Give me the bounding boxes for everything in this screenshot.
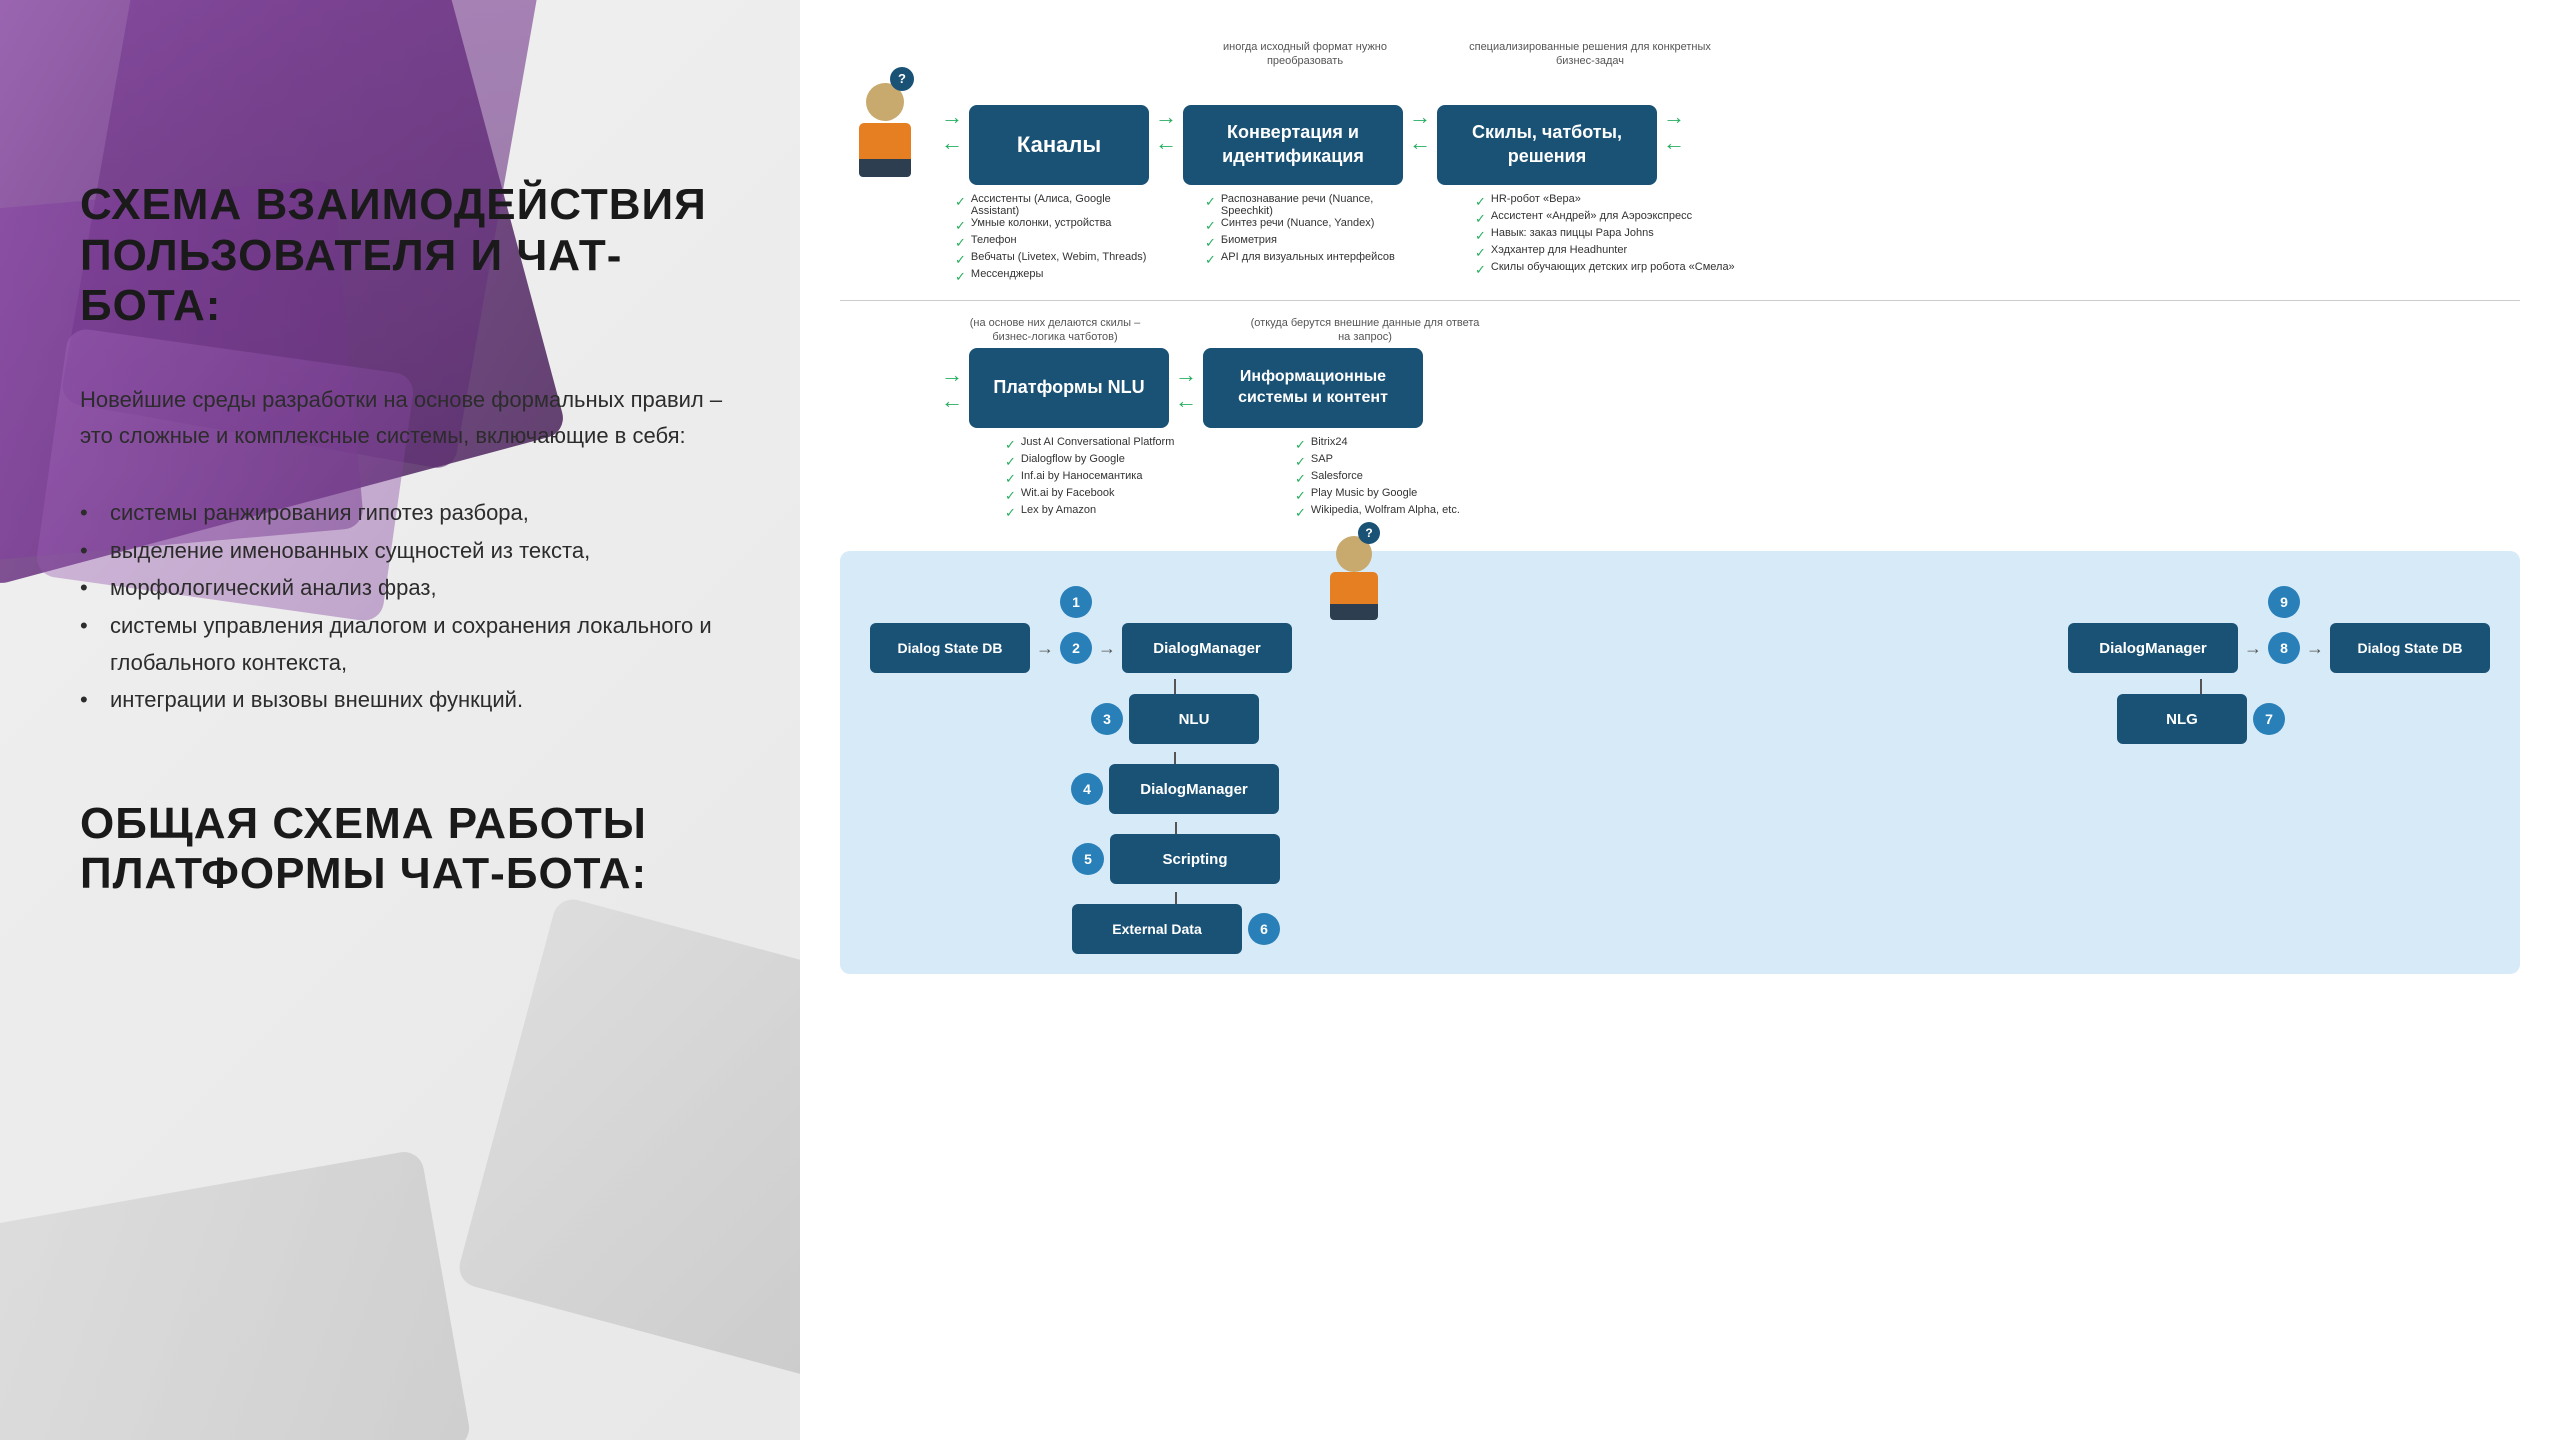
- section1-title: СХЕМА ВЗАИМОДЕЙСТВИЯ ПОЛЬЗОВАТЕЛЯ И ЧАТ-…: [80, 180, 740, 332]
- sk-item: HR-робот «Вера»: [1491, 193, 1581, 205]
- section1-intro: Новейшие среды разработки на основе форм…: [80, 382, 740, 455]
- middle-notes: (на основе них делаются скилы – бизнес-л…: [955, 316, 2520, 345]
- ext-data-box: External Data: [1072, 904, 1242, 954]
- ch-item: Ассистенты (Алиса, Google Assistant): [971, 193, 1155, 217]
- cv-item: API для визуальных интерфейсов: [1221, 251, 1395, 263]
- section2-title: ОБЩАЯ СХЕМА РАБОТЫ ПЛАТФОРМЫ ЧАТ-БОТА:: [80, 799, 740, 900]
- flow-row-1: 1 9: [870, 571, 2490, 618]
- ch-item: Мессенджеры: [971, 268, 1044, 280]
- skills-box: Скилы, чатботы, решения: [1437, 105, 1657, 185]
- step-8: 8: [2268, 632, 2300, 664]
- arrow-platform-to-info: → ←: [1175, 362, 1197, 414]
- skills-list: ✓HR-робот «Вера» ✓Ассистент «Андрей» для…: [1475, 193, 1735, 285]
- channels-box: Каналы: [969, 105, 1149, 185]
- info-list: ✓Bitrix24 ✓SAP ✓Salesforce ✓Play Music b…: [1295, 436, 1505, 521]
- left-content: СХЕМА ВЗАИМОДЕЙСТВИЯ ПОЛЬЗОВАТЕЛЯ И ЧАТ-…: [0, 0, 800, 960]
- checklists-row: ✓Ассистенты (Алиса, Google Assistant) ✓У…: [955, 193, 2520, 285]
- ch-item: Умные колонки, устройства: [971, 217, 1112, 229]
- bullet-item: системы ранжирования гипотез разбора,: [80, 494, 740, 531]
- ch-item: Вебчаты (Livetex, Webim, Threads): [971, 251, 1146, 263]
- user-figure-bottom: ?: [1330, 536, 1378, 620]
- il-item: Salesforce: [1311, 470, 1363, 482]
- pl-item: Wit.ai by Facebook: [1021, 487, 1115, 499]
- cv-item: Биометрия: [1221, 234, 1277, 246]
- right-dm-box: DialogManager: [2068, 623, 2238, 673]
- pl-item: Just AI Conversational Platform: [1021, 436, 1174, 448]
- sk-item: Хэдхантер для Headhunter: [1491, 244, 1627, 256]
- step-6: 6: [1248, 913, 1280, 945]
- flow-scripting-row: 5 Scripting: [1072, 822, 2490, 884]
- sk-item: Ассистент «Андрей» для Аэроэкспресс: [1491, 210, 1692, 222]
- step-1: 1: [1060, 586, 1092, 618]
- note1: [955, 40, 1145, 69]
- flow-extdata-row: External Data 6: [1072, 892, 2490, 954]
- left-dm-box: DialogManager: [1122, 623, 1292, 673]
- arrow-skills-end: → ←: [1663, 104, 1685, 156]
- cv-item: Распознавание речи (Nuance, Speechkit): [1221, 193, 1425, 217]
- skills-box-wrapper: Скилы, чатботы, решения: [1437, 75, 1657, 185]
- arrow-to-platform: → ←: [941, 362, 963, 414]
- arrow-convert-to-skills: → ←: [1409, 104, 1431, 156]
- scripting-box: Scripting: [1110, 834, 1280, 884]
- arrow-user-to-channel: → ←: [941, 104, 963, 156]
- user-figure-top: ?: [840, 83, 930, 177]
- flow-nlu-row: 3 NLU NLG 7: [870, 679, 2490, 744]
- il-item: Wikipedia, Wolfram Alpha, etc.: [1311, 504, 1460, 516]
- bottom-flow-section: ? 1 9 Dialog State DB: [840, 551, 2520, 974]
- info-box: Информационные системы и контент: [1203, 348, 1423, 428]
- note2: иногда исходный формат нужно преобразова…: [1185, 40, 1425, 69]
- platform-box: Платформы NLU: [969, 348, 1169, 428]
- middle-checklists: ✓Just AI Conversational Platform ✓Dialog…: [955, 436, 2520, 521]
- sk-item: Навык: заказ пиццы Papa Johns: [1491, 227, 1654, 239]
- separator: [840, 300, 2520, 301]
- mid-note-right: (откуда берутся внешние данные для ответ…: [1245, 316, 1485, 345]
- left-db-box: Dialog State DB: [870, 623, 1030, 673]
- step-9: 9: [2268, 586, 2300, 618]
- convert-list: ✓Распознавание речи (Nuance, Speechkit) …: [1205, 193, 1425, 285]
- pl-item: Inf.ai by Наносемантика: [1021, 470, 1143, 482]
- nlg-box: NLG: [2117, 694, 2247, 744]
- nlu-box: NLU: [1129, 694, 1259, 744]
- top-boxes-row: ? → ← Каналы → ← Конвертация и иденти: [840, 75, 2520, 185]
- ch-item: Телефон: [971, 234, 1017, 246]
- step-7: 7: [2253, 703, 2285, 735]
- platform-list: ✓Just AI Conversational Platform ✓Dialog…: [1005, 436, 1215, 521]
- bullet-item: системы управления диалогом и сохранения…: [80, 607, 740, 682]
- top-diagram: иногда исходный формат нужно преобразова…: [840, 20, 2520, 531]
- step-4: 4: [1071, 773, 1103, 805]
- flow-dm2-row: 4 DialogManager: [870, 752, 2490, 814]
- sk-item: Скилы обучающих детских игр робота «Смел…: [1491, 261, 1735, 273]
- il-item: Bitrix24: [1311, 436, 1348, 448]
- bullet-item: выделение именованных сущностей из текст…: [80, 532, 740, 569]
- top-notes: иногда исходный формат нужно преобразова…: [955, 40, 2520, 69]
- left-panel: СХЕМА ВЗАИМОДЕЙСТВИЯ ПОЛЬЗОВАТЕЛЯ И ЧАТ-…: [0, 0, 800, 1440]
- step-3: 3: [1091, 703, 1123, 735]
- arrow-channel-to-convert: → ←: [1155, 104, 1177, 156]
- bullet-item: интеграции и вызовы внешних функций.: [80, 681, 740, 718]
- convert-box: Конвертация и идентификация: [1183, 105, 1403, 185]
- pl-item: Lex by Amazon: [1021, 504, 1096, 516]
- right-panel: иногда исходный формат нужно преобразова…: [800, 0, 2560, 1440]
- channels-list: ✓Ассистенты (Алиса, Google Assistant) ✓У…: [955, 193, 1155, 285]
- step-5: 5: [1072, 843, 1104, 875]
- flow-main-row: Dialog State DB → 2 → DialogManager Dial…: [870, 623, 2490, 673]
- note3: специализированные решения для конкретны…: [1465, 40, 1715, 69]
- il-item: SAP: [1311, 453, 1333, 465]
- flow-area: ? 1 9 Dialog State DB: [840, 551, 2520, 974]
- mid-note-left: (на основе них делаются скилы – бизнес-л…: [955, 316, 1155, 345]
- channels-box-wrapper: Каналы: [969, 75, 1149, 185]
- cv-item: Синтез речи (Nuance, Yandex): [1221, 217, 1375, 229]
- right-db-box: Dialog State DB: [2330, 623, 2490, 673]
- bullet-item: морфологический анализ фраз,: [80, 569, 740, 606]
- bullets-list: системы ранжирования гипотез разбора, вы…: [80, 494, 740, 718]
- mid-dm-box: DialogManager: [1109, 764, 1279, 814]
- convert-box-wrapper: Конвертация и идентификация: [1183, 75, 1403, 185]
- il-item: Play Music by Google: [1311, 487, 1417, 499]
- pl-item: Dialogflow by Google: [1021, 453, 1125, 465]
- middle-boxes-row: → ← Платформы NLU → ← Информационные сис…: [840, 348, 2520, 428]
- step-2: 2: [1060, 632, 1092, 664]
